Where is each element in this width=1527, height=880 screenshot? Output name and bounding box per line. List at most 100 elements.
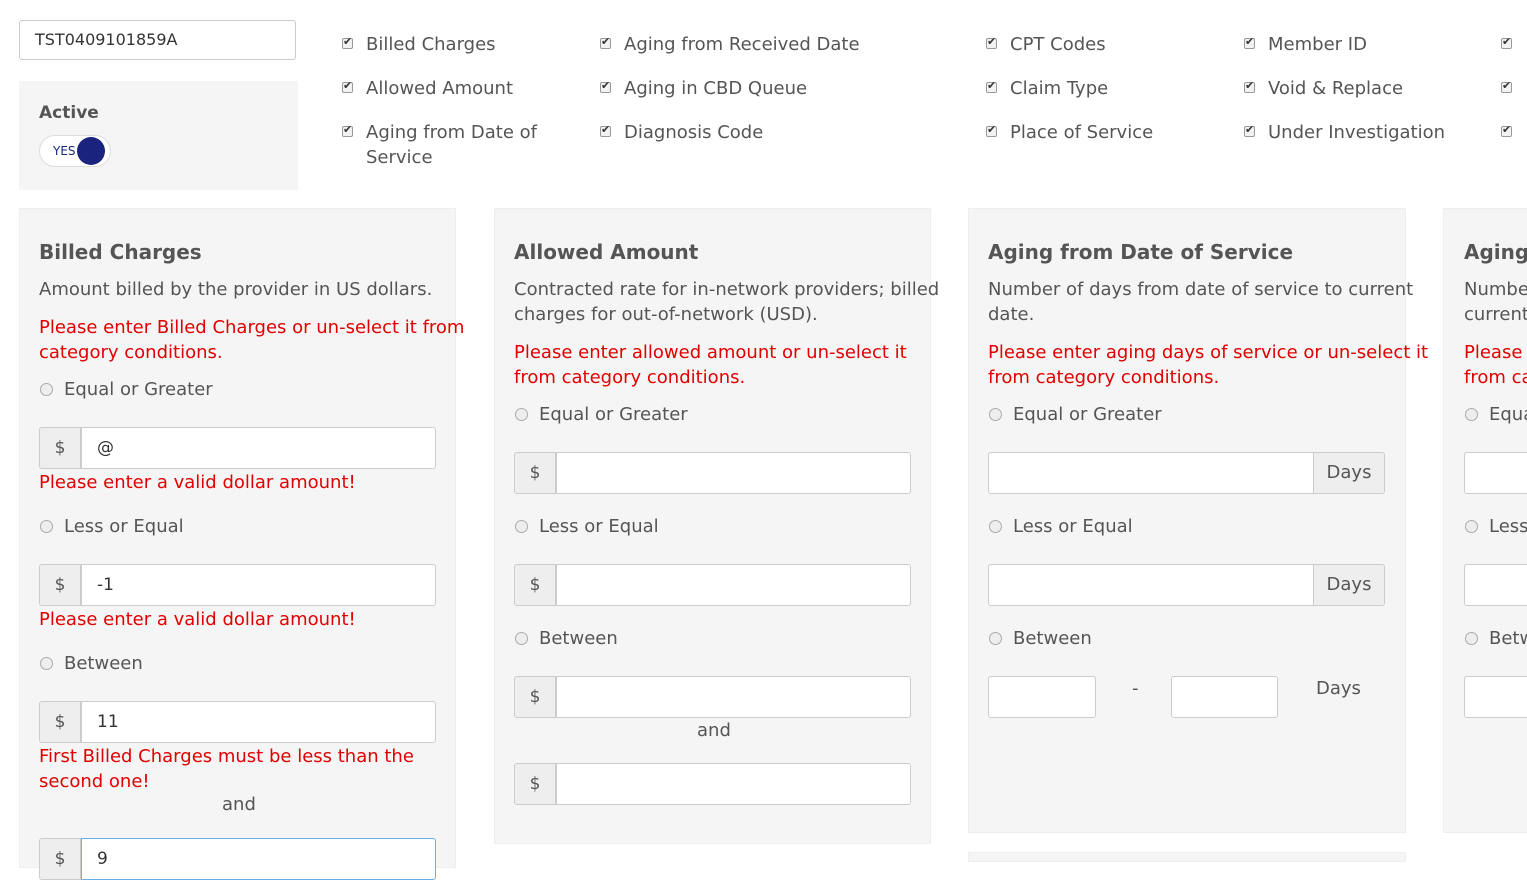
- error-message: Please enter Billed Charges or un-select…: [39, 317, 465, 338]
- radio-equal-or-greater[interactable]: [515, 408, 528, 421]
- checkbox-diagnosis-code[interactable]: [600, 123, 611, 137]
- currency-addon: $: [514, 676, 556, 718]
- currency-addon: $: [514, 452, 556, 494]
- radio-less-or-equal[interactable]: [515, 520, 528, 533]
- panel-description: Amount billed by the provider in US doll…: [39, 279, 433, 300]
- radio-less-or-equal[interactable]: [1465, 520, 1478, 533]
- radio-label: Equa: [1489, 404, 1527, 425]
- currency-addon: $: [514, 564, 556, 606]
- panel-title: Aging: [1464, 240, 1527, 264]
- aging-dos-ge-input[interactable]: [988, 452, 1314, 494]
- billed-le-input[interactable]: -1: [81, 564, 436, 606]
- aging-partial-le-input[interactable]: [1464, 564, 1527, 606]
- days-addon: Days: [1313, 564, 1385, 606]
- radio-label: Less or Equal: [539, 516, 659, 537]
- radio-label: Between: [64, 653, 143, 674]
- range-dash: -: [1132, 678, 1139, 699]
- checkbox-label: Under Investigation: [1268, 122, 1446, 143]
- currency-addon: $: [514, 763, 556, 805]
- allowed-between-from-input[interactable]: [556, 676, 911, 718]
- error-message: category conditions.: [39, 342, 223, 363]
- radio-between[interactable]: [1465, 632, 1478, 645]
- aging-partial-between-input[interactable]: [1464, 676, 1527, 718]
- checkbox-aging-cbd[interactable]: [600, 79, 611, 93]
- billed-ge-input[interactable]: @: [81, 427, 436, 469]
- panel-title: Aging from Date of Service: [988, 240, 1294, 264]
- panel-description: current: [1464, 304, 1527, 325]
- active-toggle[interactable]: YES: [39, 135, 111, 167]
- radio-between[interactable]: [40, 657, 53, 670]
- checkbox-extra-2[interactable]: [1501, 79, 1512, 93]
- checkbox-void-replace[interactable]: [1244, 79, 1255, 93]
- error-message: from category conditions.: [988, 367, 1220, 388]
- and-label: and: [222, 794, 256, 815]
- radio-label: Between: [539, 628, 618, 649]
- allowed-ge-input[interactable]: [556, 452, 911, 494]
- checkbox-aging-received[interactable]: [600, 35, 611, 49]
- days-addon: Days: [1313, 452, 1385, 494]
- error-message: from ca: [1464, 367, 1527, 388]
- error-message: Please enter allowed amount or un-select…: [514, 342, 907, 363]
- billed-between-to-input[interactable]: 9: [81, 838, 436, 880]
- checkbox-label: Member ID: [1268, 34, 1367, 55]
- radio-label: Betw: [1489, 628, 1527, 649]
- radio-less-or-equal[interactable]: [40, 520, 53, 533]
- checkbox-label: Service: [366, 147, 433, 168]
- error-message: from category conditions.: [514, 367, 746, 388]
- radio-equal-or-greater[interactable]: [40, 383, 53, 396]
- checkbox-label: Diagnosis Code: [624, 122, 764, 143]
- radio-label: Less or Equal: [64, 516, 184, 537]
- checkbox-label: Claim Type: [1010, 78, 1109, 99]
- panel-description: Number of days from date of service to c…: [988, 279, 1414, 300]
- checkbox-label: Void & Replace: [1268, 78, 1404, 99]
- checkbox-label: CPT Codes: [1010, 34, 1106, 55]
- radio-label: Equal or Greater: [539, 404, 688, 425]
- error-message: second one!: [39, 771, 150, 792]
- checkbox-extra-1[interactable]: [1501, 35, 1512, 49]
- radio-equal-or-greater[interactable]: [989, 408, 1002, 421]
- allowed-between-to-input[interactable]: [556, 763, 911, 805]
- checkbox-aging-dos[interactable]: [342, 123, 353, 137]
- error-message: First Billed Charges must be less than t…: [39, 746, 414, 767]
- error-message: Please enter a valid dollar amount!: [39, 472, 356, 493]
- billed-between-from-input[interactable]: 11: [81, 701, 436, 743]
- claim-id-input[interactable]: TST0409101859A: [19, 20, 296, 60]
- radio-equal-or-greater[interactable]: [1465, 408, 1478, 421]
- checkbox-member-id[interactable]: [1244, 35, 1255, 49]
- aging-dos-between-to-input[interactable]: [1171, 676, 1278, 718]
- radio-label: Equal or Greater: [64, 379, 213, 400]
- next-panel-edge: [968, 852, 1406, 862]
- checkbox-allowed-amount[interactable]: [342, 79, 353, 93]
- currency-addon: $: [39, 427, 81, 469]
- radio-label: Less: [1489, 516, 1527, 537]
- allowed-le-input[interactable]: [556, 564, 911, 606]
- checkbox-extra-3[interactable]: [1501, 123, 1512, 137]
- radio-less-or-equal[interactable]: [989, 520, 1002, 533]
- aging-partial-ge-input[interactable]: [1464, 452, 1527, 494]
- panel-title: Allowed Amount: [514, 240, 699, 264]
- active-label: Active: [39, 103, 99, 123]
- radio-between[interactable]: [515, 632, 528, 645]
- checkbox-place-of-service[interactable]: [986, 123, 997, 137]
- toggle-text: YES: [53, 144, 76, 158]
- panel-description: Numbe: [1464, 279, 1527, 300]
- aging-dos-between-from-input[interactable]: [988, 676, 1096, 718]
- error-message: Please enter aging days of service or un…: [988, 342, 1429, 363]
- checkbox-billed-charges[interactable]: [342, 35, 353, 49]
- aging-dos-le-input[interactable]: [988, 564, 1314, 606]
- checkbox-cpt-codes[interactable]: [986, 35, 997, 49]
- checkbox-label: Aging from Received Date: [624, 34, 860, 55]
- error-message: Please e: [1464, 342, 1527, 363]
- currency-addon: $: [39, 838, 81, 880]
- error-message: Please enter a valid dollar amount!: [39, 609, 356, 630]
- currency-addon: $: [39, 701, 81, 743]
- panel-title: Billed Charges: [39, 240, 202, 264]
- radio-between[interactable]: [989, 632, 1002, 645]
- checkbox-claim-type[interactable]: [986, 79, 997, 93]
- checkbox-under-investigation[interactable]: [1244, 123, 1255, 137]
- panel-description: date.: [988, 304, 1035, 325]
- checkbox-label: Billed Charges: [366, 34, 496, 55]
- currency-addon: $: [39, 564, 81, 606]
- panel-description: charges for out-of-network (USD).: [514, 304, 818, 325]
- panel-description: Contracted rate for in-network providers…: [514, 279, 940, 300]
